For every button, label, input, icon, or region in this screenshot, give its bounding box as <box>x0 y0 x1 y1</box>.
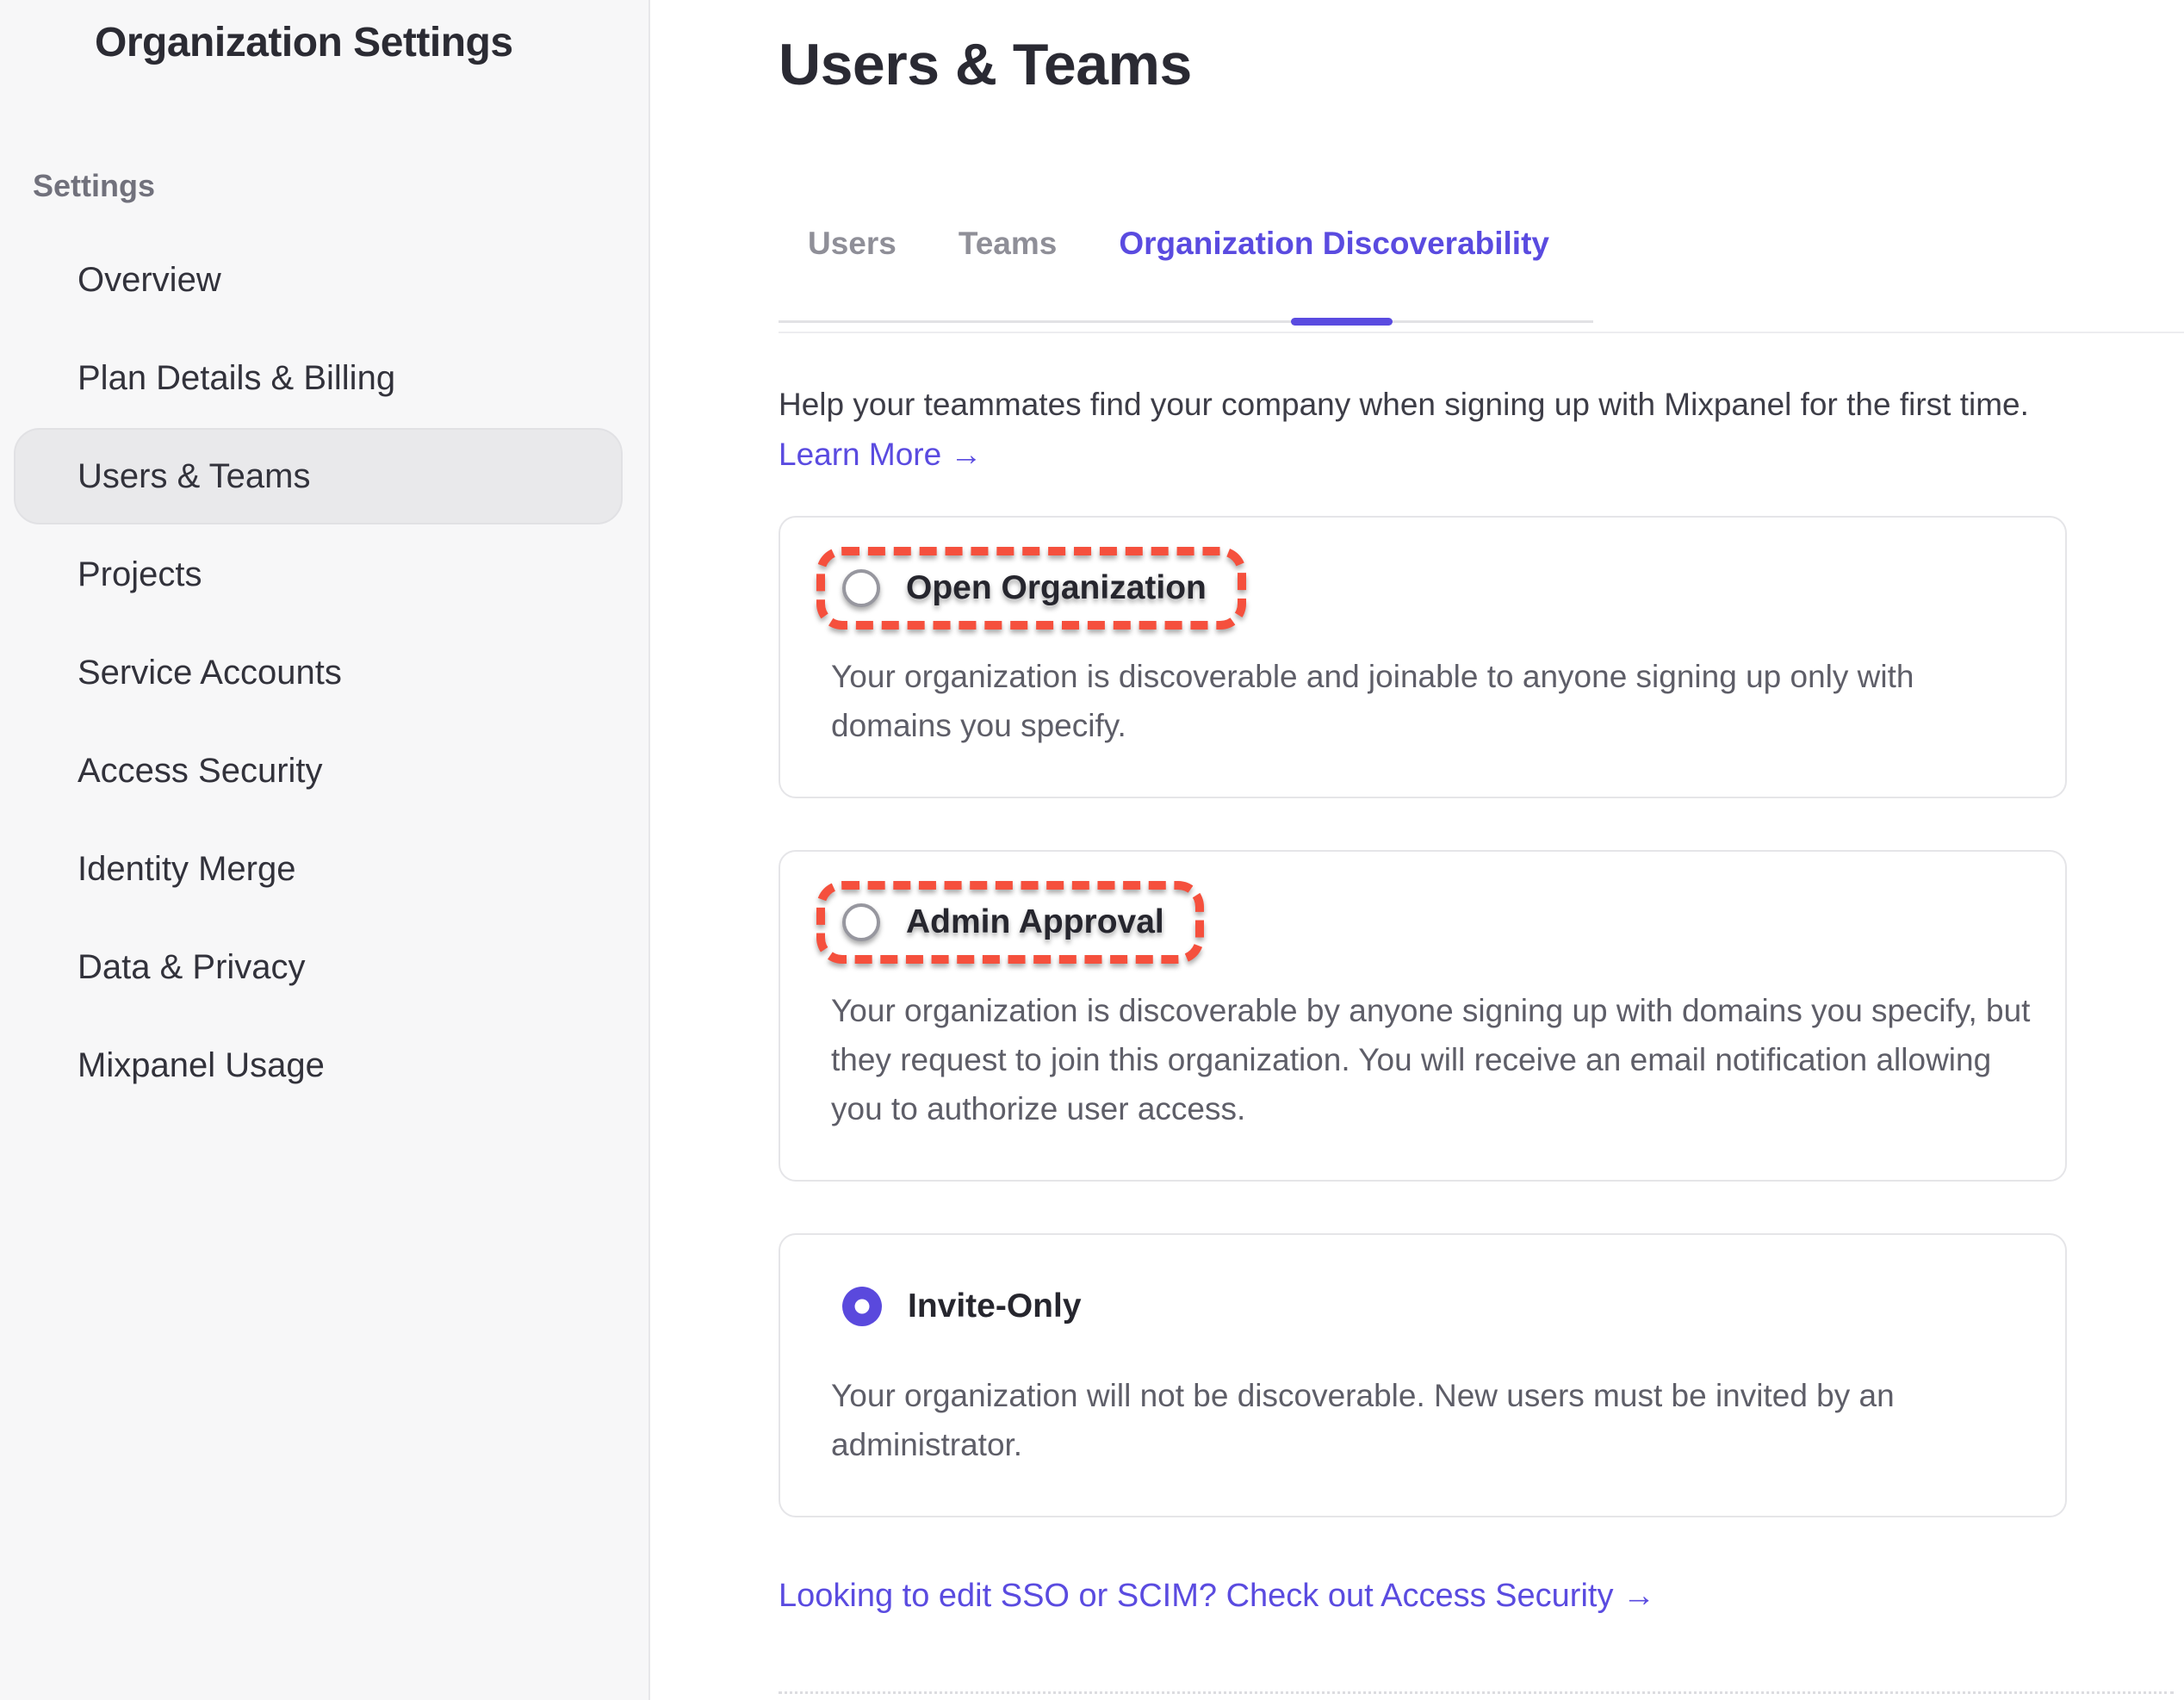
intro-text: Help your teammates find your company wh… <box>779 387 2184 423</box>
main-content: Users & Teams Users Teams Organization D… <box>652 0 2184 1700</box>
radio-invite-only[interactable] <box>842 1287 882 1326</box>
sidebar-item-mixpanel-usage[interactable]: Mixpanel Usage <box>14 1017 623 1114</box>
annotation-open-organization: Open Organization <box>816 547 1246 630</box>
tab-organization-discoverability[interactable]: Organization Discoverability <box>1119 226 1549 262</box>
tab-teams[interactable]: Teams <box>959 226 1058 262</box>
sidebar: Organization Settings Settings Overview … <box>0 0 650 1700</box>
tab-users[interactable]: Users <box>808 226 897 262</box>
radio-open-organization[interactable] <box>842 569 880 607</box>
option-title-invite-only[interactable]: Invite-Only <box>908 1287 1082 1325</box>
option-card-invite-only: Invite-Only Your organization will not b… <box>779 1233 2067 1517</box>
option-title-admin-approval[interactable]: Admin Approval <box>906 903 1164 941</box>
sidebar-title: Organization Settings <box>0 0 648 66</box>
option-description-admin-approval: Your organization is discoverable by any… <box>831 986 2031 1133</box>
access-security-link[interactable]: Looking to edit SSO or SCIM? Check out A… <box>779 1578 1655 1615</box>
sidebar-item-label: Plan Details & Billing <box>78 359 395 398</box>
active-tab-indicator <box>1291 318 1393 326</box>
option-description-open-organization: Your organization is discoverable and jo… <box>831 652 2031 750</box>
sidebar-section-label: Settings <box>33 168 648 204</box>
sidebar-item-service-accounts[interactable]: Service Accounts <box>14 624 623 721</box>
option-card-open-organization: Open Organization Your organization is d… <box>779 516 2067 798</box>
sidebar-item-access-security[interactable]: Access Security <box>14 723 623 819</box>
sidebar-item-identity-merge[interactable]: Identity Merge <box>14 821 623 917</box>
option-title-open-organization[interactable]: Open Organization <box>906 569 1207 607</box>
option-head-invite-only: Invite-Only <box>816 1264 1121 1349</box>
sidebar-item-overview[interactable]: Overview <box>14 232 623 328</box>
sidebar-item-label: Service Accounts <box>78 654 342 692</box>
sidebar-item-users-teams[interactable]: Users & Teams <box>14 428 623 524</box>
sidebar-item-label: Projects <box>78 555 202 594</box>
tabs: Users Teams Organization Discoverability <box>779 226 1593 262</box>
sidebar-item-label: Access Security <box>78 752 323 791</box>
option-card-admin-approval: Admin Approval Your organization is disc… <box>779 850 2067 1182</box>
organization-settings-screen: Organization Settings Settings Overview … <box>0 0 2184 1700</box>
annotation-admin-approval: Admin Approval <box>816 881 1204 964</box>
learn-more-link[interactable]: Learn More → <box>779 437 983 473</box>
sidebar-item-label: Data & Privacy <box>78 948 306 987</box>
sidebar-item-plan-details-billing[interactable]: Plan Details & Billing <box>14 330 623 426</box>
sidebar-item-data-privacy[interactable]: Data & Privacy <box>14 919 623 1015</box>
radio-admin-approval[interactable] <box>842 903 880 941</box>
discoverability-options: Open Organization Your organization is d… <box>779 516 2184 1517</box>
bottom-cutoff-divider <box>779 1691 2174 1694</box>
sidebar-item-label: Users & Teams <box>78 457 310 496</box>
sidebar-item-label: Mixpanel Usage <box>78 1046 325 1085</box>
sidebar-item-projects[interactable]: Projects <box>14 526 623 623</box>
sidebar-nav: Overview Plan Details & Billing Users & … <box>0 232 648 1114</box>
sidebar-item-label: Identity Merge <box>78 850 295 889</box>
page-title: Users & Teams <box>779 0 2184 98</box>
tabbar: Users Teams Organization Discoverability <box>779 226 1593 323</box>
option-description-invite-only: Your organization will not be discoverab… <box>831 1371 2031 1469</box>
sidebar-item-label: Overview <box>78 261 221 300</box>
